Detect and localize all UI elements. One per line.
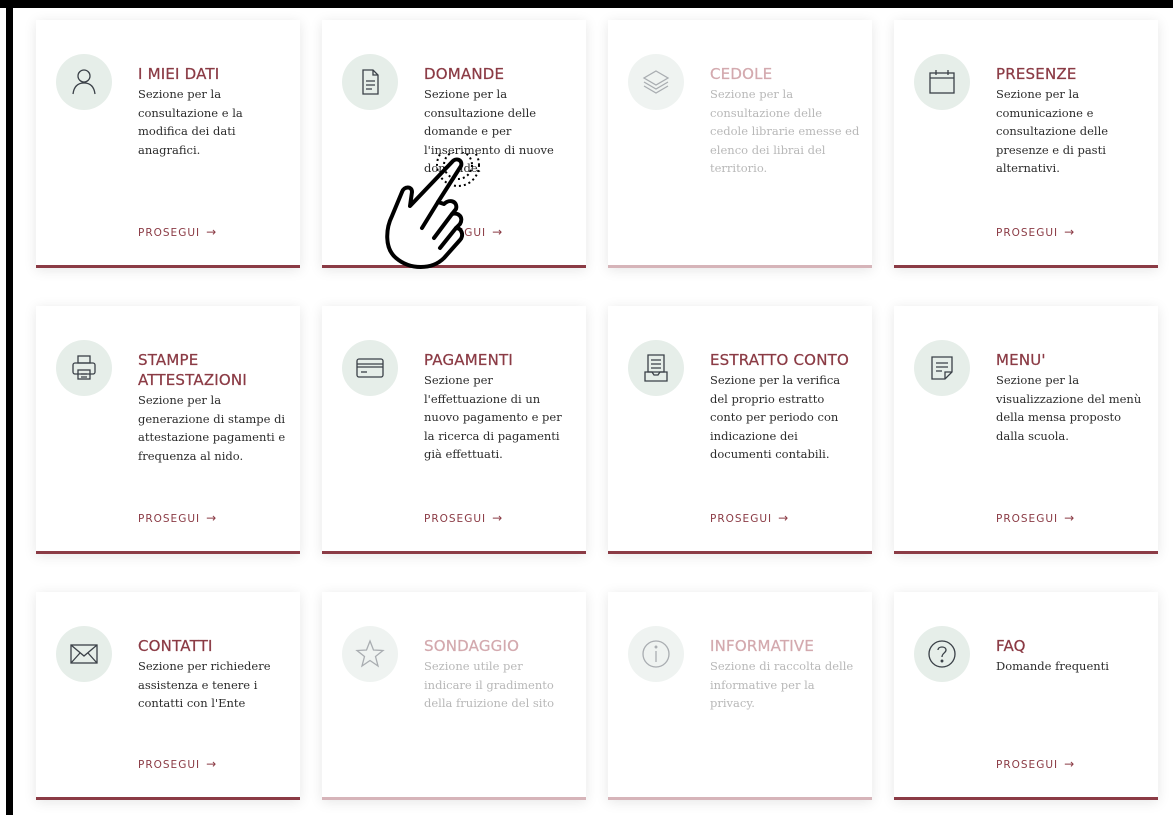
card-menu[interactable]: MENU' Sezione per la visualizzazione del… [894,306,1158,554]
proceed-link[interactable]: PROSEGUI → [424,511,503,525]
proceed-link[interactable]: PROSEGUI → [138,225,217,239]
question-icon [914,626,970,682]
arrow-right-icon: → [778,511,790,525]
proceed-link[interactable]: PROSEGUI → [996,757,1075,771]
card-title: PRESENZE [996,65,1077,83]
proceed-link[interactable]: PROSEGUI → [996,511,1075,525]
card-title: CEDOLE [710,65,773,83]
arrow-right-icon: → [492,225,504,239]
proceed-link[interactable]: PROSEGUI → [710,511,789,525]
frame-left-border [6,0,13,815]
card-description: Sezione per la consultazione delle cedol… [710,87,860,175]
card-title: STAMPE ATTESTAZIONI [138,351,247,389]
arrow-right-icon: → [1064,757,1076,771]
printer-icon [56,340,112,396]
user-icon [56,54,112,110]
info-icon [628,626,684,682]
card-contatti[interactable]: CONTATTI Sezione per richiedere assisten… [36,592,300,800]
card-stampe-attestazioni[interactable]: STAMPE ATTESTAZIONI Sezione per la gener… [36,306,300,554]
card-title: I MIEI DATI [138,65,220,83]
card-description: Sezione per la visualizzazione del menù … [996,373,1142,443]
card-description: Sezione per richiedere assistenza e tene… [138,659,271,710]
card-domande[interactable]: DOMANDE Sezione per la consultazione del… [322,20,586,268]
card-description: Sezione per la comunicazione e consultaz… [996,87,1109,175]
arrow-right-icon: → [206,757,218,771]
card-title: DOMANDE [424,65,505,83]
card-informative: INFORMATIVE Sezione di raccolta delle in… [608,592,872,800]
layers-icon [628,54,684,110]
card-i-miei-dati[interactable]: I MIEI DATI Sezione per la consultazione… [36,20,300,268]
card-title: PAGAMENTI [424,351,513,369]
card-title: MENU' [996,351,1046,369]
card-cedole: CEDOLE Sezione per la consultazione dell… [608,20,872,268]
card-description: Sezione per la verifica del proprio estr… [710,373,841,461]
card-pagamenti[interactable]: PAGAMENTI Sezione per l'effettuazione di… [322,306,586,554]
arrow-right-icon: → [206,511,218,525]
document-icon [342,54,398,110]
card-title: SONDAGGIO [424,637,520,655]
card-title: ESTRATTO CONTO [710,351,849,369]
card-description: Sezione di raccolta delle informative pe… [710,659,854,710]
calendar-icon [914,54,970,110]
credit-card-icon [342,340,398,396]
frame-top-border [0,0,1173,8]
card-description: Sezione per la consultazione delle doman… [424,87,554,175]
card-title: CONTATTI [138,637,213,655]
proceed-link[interactable]: PROSEGUI → [138,511,217,525]
arrow-right-icon: → [1064,511,1076,525]
envelope-icon [56,626,112,682]
menu-note-icon [914,340,970,396]
proceed-link[interactable]: PROSEGUI → [996,225,1075,239]
star-icon [342,626,398,682]
card-estratto-conto[interactable]: ESTRATTO CONTO Sezione per la verifica d… [608,306,872,554]
proceed-link[interactable]: PROSEGUI → [138,757,217,771]
card-presenze[interactable]: PRESENZE Sezione per la comunicazione e … [894,20,1158,268]
statement-icon [628,340,684,396]
card-description: Sezione per la generazione di stampe di … [138,393,286,463]
arrow-right-icon: → [206,225,218,239]
card-description: Sezione utile per indicare il gradimento… [424,659,555,710]
card-description: Sezione per la consultazione e la modifi… [138,87,243,157]
arrow-right-icon: → [1064,225,1076,239]
card-description: Sezione per l'effettuazione di un nuovo … [424,373,562,461]
card-sondaggio: SONDAGGIO Sezione utile per indicare il … [322,592,586,800]
card-description: Domande frequenti [996,659,1109,673]
arrow-right-icon: → [492,511,504,525]
proceed-link[interactable]: PROSEGUI → [424,225,503,239]
card-title: FAQ [996,637,1026,655]
card-title: INFORMATIVE [710,637,815,655]
card-faq[interactable]: FAQ Domande frequenti PROSEGUI → [894,592,1158,800]
